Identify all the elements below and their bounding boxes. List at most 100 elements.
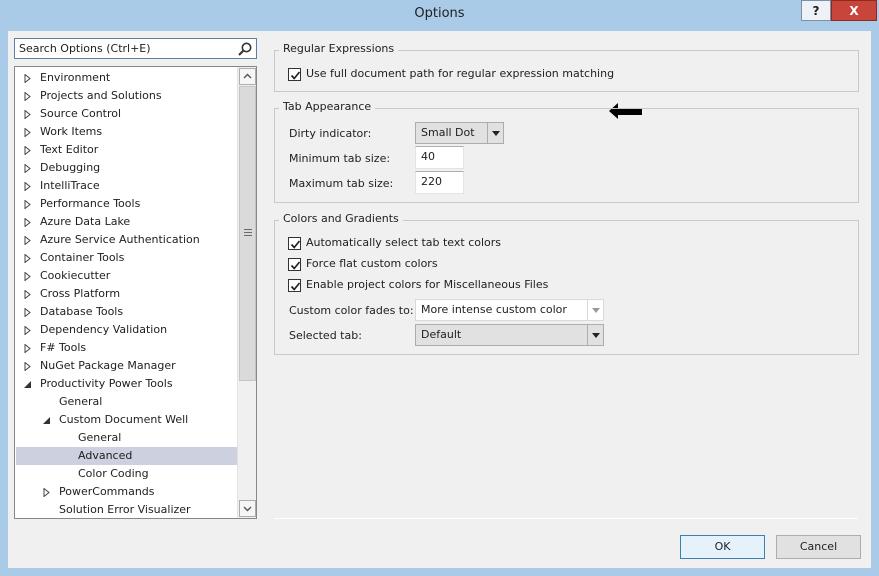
tree-item-label: Solution Error Visualizer — [59, 503, 191, 516]
tree-item[interactable]: Custom Document Well — [16, 411, 237, 429]
search-icon[interactable] — [237, 41, 253, 57]
expand-arrow-icon[interactable] — [24, 146, 32, 155]
tree-item[interactable]: Text Editor — [16, 141, 237, 159]
dirty-indicator-dropdown-button[interactable] — [487, 123, 503, 143]
scroll-up-button[interactable] — [239, 68, 256, 85]
tree-item-label: Performance Tools — [40, 197, 141, 210]
group-title-tab-appearance: Tab Appearance — [279, 100, 376, 113]
scroll-down-button[interactable] — [239, 500, 256, 517]
expand-arrow-icon[interactable] — [24, 182, 32, 191]
selected-tab-dropdown[interactable]: Default — [415, 324, 604, 346]
cancel-button[interactable]: Cancel — [776, 535, 861, 559]
collapse-arrow-icon[interactable] — [43, 416, 51, 425]
expand-arrow-icon[interactable] — [24, 74, 32, 83]
selected-tab-label: Selected tab: — [289, 329, 362, 342]
tree-item[interactable]: F# Tools — [16, 339, 237, 357]
minimum-tab-size-input[interactable]: 40 — [415, 146, 464, 169]
tree-item-label: Color Coding — [78, 467, 149, 480]
tree-item-label: Container Tools — [40, 251, 125, 264]
tree-item[interactable]: IntelliTrace — [16, 177, 237, 195]
ok-button[interactable]: OK — [680, 535, 765, 559]
use-full-path-checkbox[interactable] — [288, 68, 301, 81]
tab-appearance-group: Tab Appearance Dirty indicator: Small Do… — [274, 100, 859, 203]
tree-item[interactable]: Cookiecutter — [16, 267, 237, 285]
expand-arrow-icon[interactable] — [24, 290, 32, 299]
expand-arrow-icon[interactable] — [24, 164, 32, 173]
expand-arrow-icon[interactable] — [24, 200, 32, 209]
dropdown-arrow-icon — [592, 308, 600, 313]
expand-arrow-icon[interactable] — [24, 308, 32, 317]
tree-item[interactable]: General — [16, 393, 237, 411]
tree-item[interactable]: Container Tools — [16, 249, 237, 267]
checkmark-icon — [290, 282, 301, 291]
tree-item[interactable]: Work Items — [16, 123, 237, 141]
help-button[interactable]: ? — [801, 0, 831, 21]
tree-item-label: Azure Data Lake — [40, 215, 131, 228]
tree-item-label: General — [78, 431, 122, 444]
tree-item[interactable]: Performance Tools — [16, 195, 237, 213]
expand-arrow-icon[interactable] — [24, 344, 32, 353]
tree-item[interactable]: Azure Data Lake — [16, 213, 237, 231]
collapse-arrow-icon[interactable] — [24, 380, 32, 389]
expand-arrow-icon[interactable] — [43, 488, 51, 497]
tree-scrollbar[interactable] — [237, 67, 256, 518]
grip-icon — [244, 229, 252, 236]
tree-item-label: NuGet Package Manager — [40, 359, 176, 372]
selected-tab-value: Default — [421, 328, 462, 341]
tree-item[interactable]: Color Coding — [16, 465, 237, 483]
expand-arrow-icon[interactable] — [24, 110, 32, 119]
tree-item-label: Productivity Power Tools — [40, 377, 173, 390]
minimum-tab-size-label: Minimum tab size: — [289, 152, 391, 165]
expand-arrow-icon[interactable] — [24, 92, 32, 101]
tree-item[interactable]: Dependency Validation — [16, 321, 237, 339]
expand-arrow-icon[interactable] — [24, 362, 32, 371]
tree-item-label: IntelliTrace — [40, 179, 100, 192]
title-bar[interactable]: Options ? X — [0, 0, 879, 30]
dirty-indicator-value: Small Dot — [421, 126, 475, 139]
tree-item-label: Debugging — [40, 161, 101, 174]
search-input[interactable]: Search Options (Ctrl+E) — [14, 38, 257, 59]
checkmark-icon — [290, 240, 301, 249]
tree-item-label: Database Tools — [40, 305, 124, 318]
tree-item[interactable]: Projects and Solutions — [16, 87, 237, 105]
expand-arrow-icon[interactable] — [24, 128, 32, 137]
tree-item[interactable]: Advanced — [16, 447, 237, 465]
tree-item-label: General — [59, 395, 103, 408]
tree-item-label: Environment — [40, 71, 111, 84]
close-button[interactable]: X — [831, 0, 877, 21]
tree-item[interactable]: Debugging — [16, 159, 237, 177]
tree-item[interactable]: PowerCommands — [16, 483, 237, 501]
tree-item[interactable]: General — [16, 429, 237, 447]
expand-arrow-icon[interactable] — [24, 236, 32, 245]
dropdown-arrow-icon — [592, 333, 600, 338]
tree-item[interactable]: Database Tools — [16, 303, 237, 321]
tree-item[interactable]: Azure Service Authentication — [16, 231, 237, 249]
project-colors-checkbox[interactable] — [288, 279, 301, 292]
colors-and-gradients-group: Colors and Gradients Automatically selec… — [274, 212, 859, 355]
custom-color-fades-dropdown-button[interactable] — [587, 300, 603, 320]
dirty-indicator-dropdown[interactable]: Small Dot — [415, 122, 504, 144]
maximum-tab-size-input[interactable]: 220 — [415, 171, 464, 194]
selected-tab-dropdown-button[interactable] — [587, 325, 603, 345]
checkmark-icon — [290, 261, 301, 270]
tree-item[interactable]: Solution Error Visualizer — [16, 501, 237, 518]
tree-item[interactable]: Productivity Power Tools — [16, 375, 237, 393]
options-tree-list: Environment Projects and Solutions Source … — [15, 67, 237, 518]
expand-arrow-icon[interactable] — [24, 272, 32, 281]
custom-color-fades-value: More intense custom color — [421, 303, 567, 316]
expand-arrow-icon[interactable] — [24, 218, 32, 227]
tree-item[interactable]: Source Control — [16, 105, 237, 123]
tree-item[interactable]: NuGet Package Manager — [16, 357, 237, 375]
tree-item-label: Source Control — [40, 107, 122, 120]
scroll-thumb[interactable] — [239, 86, 256, 381]
tree-item[interactable]: Cross Platform — [16, 285, 237, 303]
expand-arrow-icon[interactable] — [24, 326, 32, 335]
force-flat-colors-checkbox[interactable] — [288, 258, 301, 271]
use-full-path-label: Use full document path for regular expre… — [306, 67, 615, 80]
tree-item[interactable]: Environment — [16, 69, 237, 87]
custom-color-fades-dropdown[interactable]: More intense custom color — [415, 299, 604, 321]
expand-arrow-icon[interactable] — [24, 254, 32, 263]
dirty-indicator-label: Dirty indicator: — [289, 127, 372, 140]
search-placeholder: Search Options (Ctrl+E) — [19, 42, 151, 55]
auto-select-colors-checkbox[interactable] — [288, 237, 301, 250]
